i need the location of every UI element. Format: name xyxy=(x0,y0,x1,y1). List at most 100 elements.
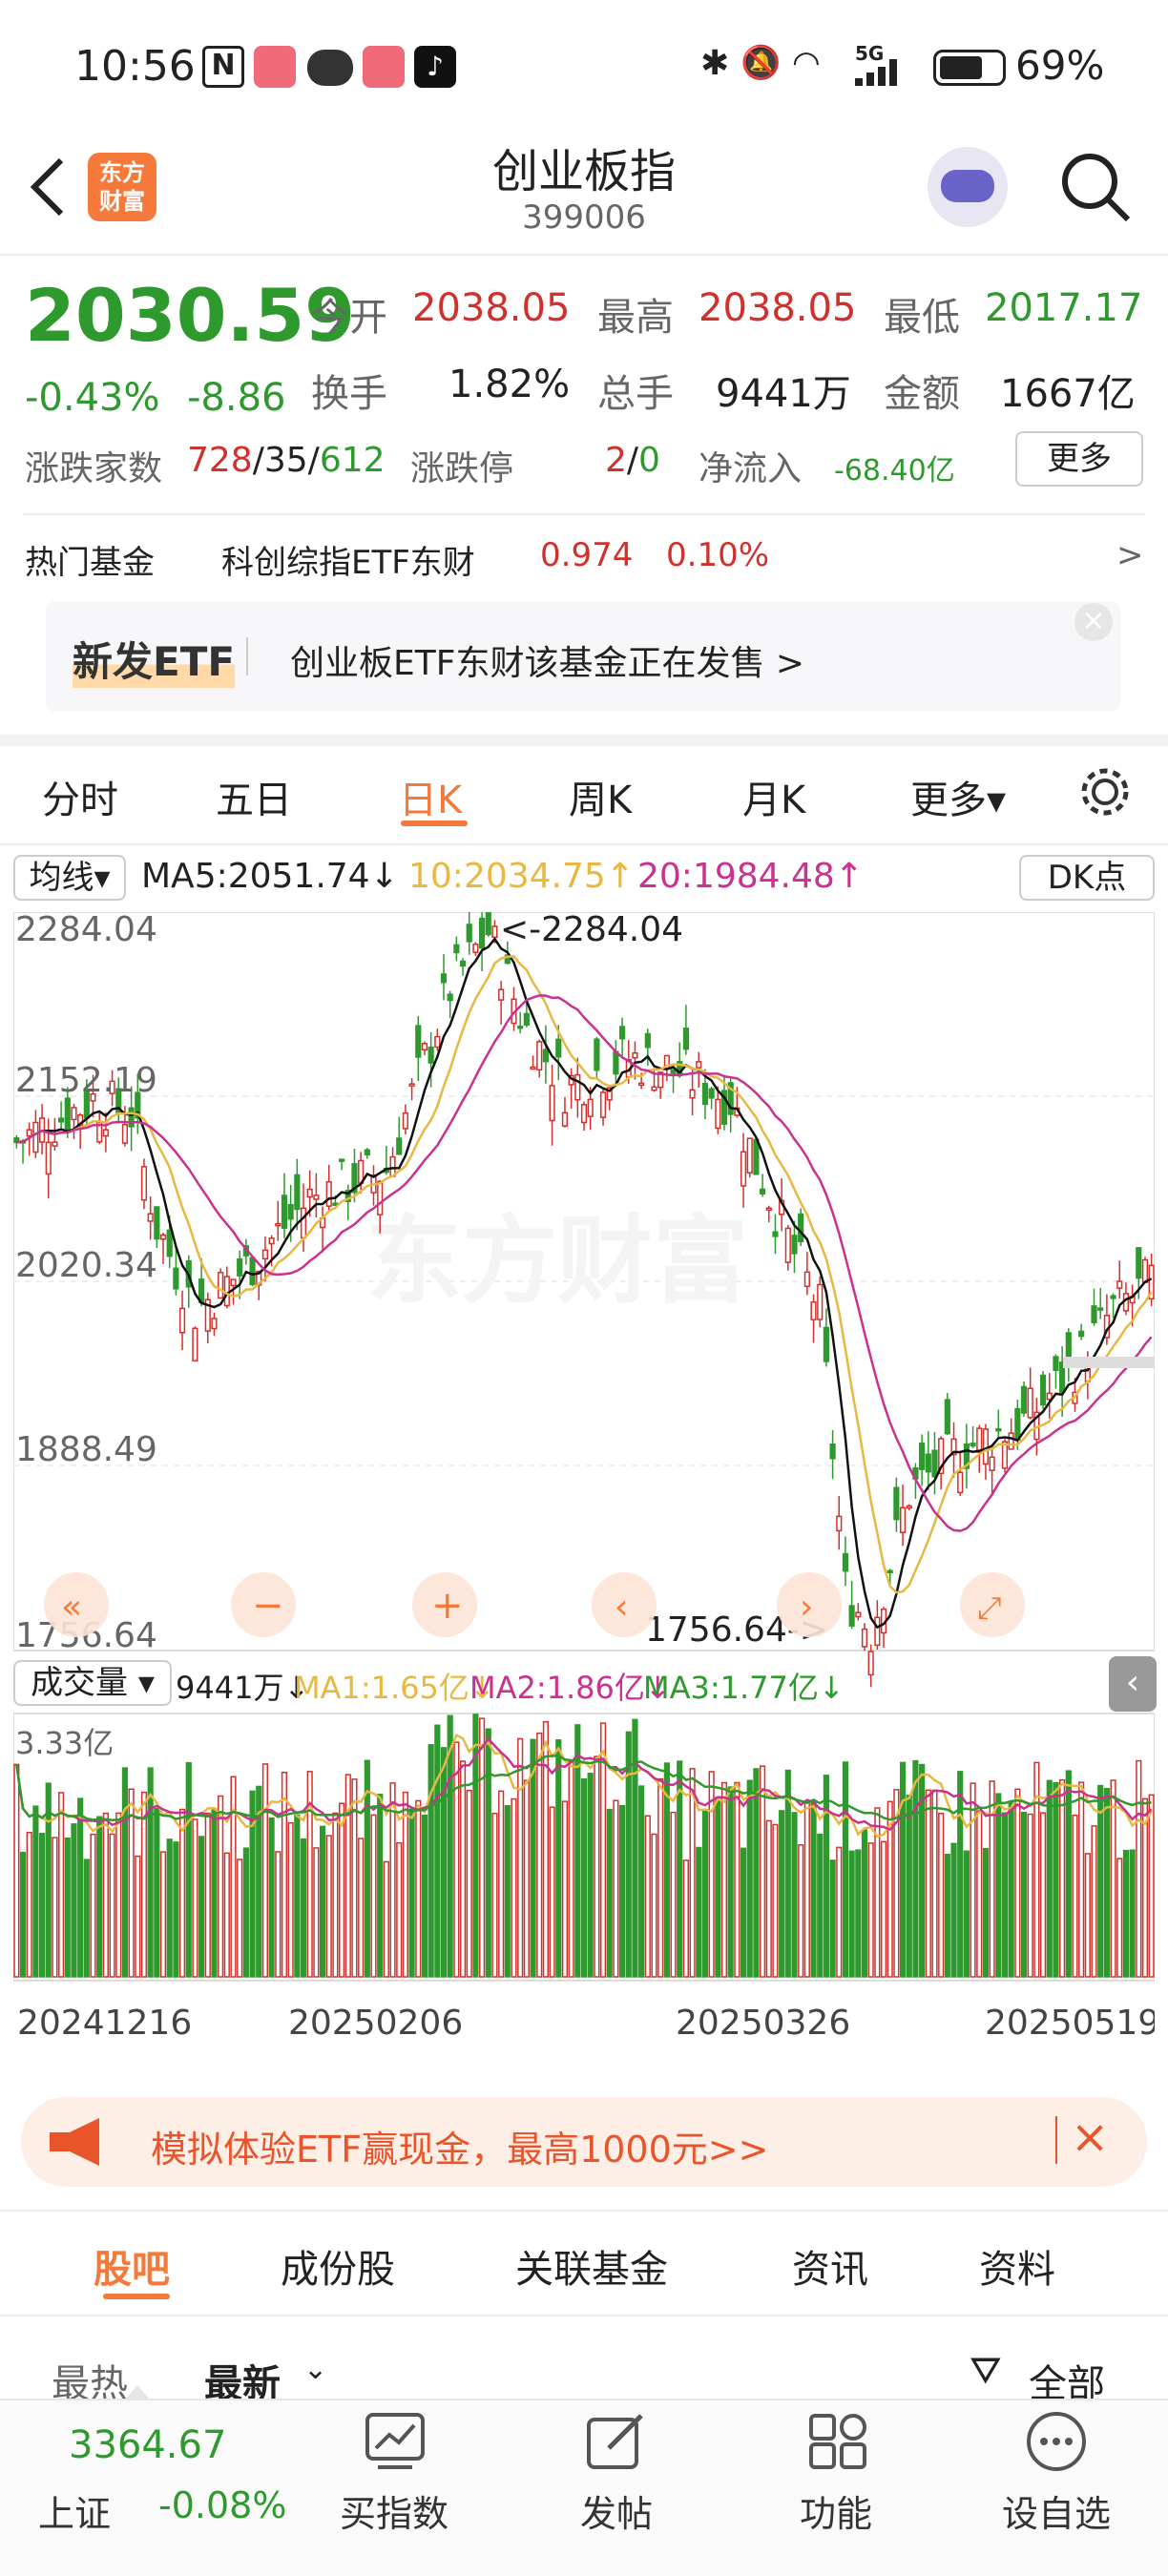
candle xyxy=(223,1276,230,1307)
high-label: 最高 xyxy=(597,296,674,340)
volume-bar xyxy=(855,1849,862,1978)
volume-bar xyxy=(408,1808,415,1978)
candle xyxy=(740,1151,747,1187)
settings-gear-icon[interactable] xyxy=(1076,763,1134,821)
app-notification-icon xyxy=(254,46,296,88)
volume-bar xyxy=(618,1804,626,1978)
volume-indicator-select[interactable]: 成交量 ▾ xyxy=(13,1660,172,1706)
hot-fund-arrow-icon[interactable]: > xyxy=(1116,536,1144,574)
candle xyxy=(249,1257,256,1286)
candle xyxy=(402,1111,409,1130)
candle xyxy=(281,1195,288,1229)
post-label[interactable]: 发帖 xyxy=(580,2484,653,2537)
active-tab-indicator xyxy=(401,821,468,826)
volume-bar xyxy=(594,1755,600,1978)
buy-index-label[interactable]: 买指数 xyxy=(340,2484,448,2537)
candle xyxy=(989,1456,995,1471)
candle xyxy=(45,1141,52,1175)
dk-point-button[interactable]: DK点 xyxy=(1019,855,1155,901)
volume-bar xyxy=(580,1777,588,1978)
volume-bar xyxy=(453,1741,460,1978)
volume-bar xyxy=(925,1789,931,1978)
more-options-icon[interactable] xyxy=(1025,2410,1088,2473)
tab-guba[interactable]: 股吧 xyxy=(94,2238,170,2294)
wifi-icon: ◠ xyxy=(792,44,821,82)
candle xyxy=(300,1207,307,1239)
candle xyxy=(861,1628,868,1648)
volume-bar xyxy=(459,1760,467,1978)
functions-label[interactable]: 功能 xyxy=(800,2484,872,2537)
volume-bar xyxy=(268,1817,275,1978)
volume-bar xyxy=(332,1812,339,1978)
close-icon[interactable]: × xyxy=(1071,2110,1109,2164)
tab-daily-k[interactable]: 日K xyxy=(399,769,462,824)
hot-fund-label: 热门基金 xyxy=(25,544,155,582)
indicator-select[interactable]: 均线▾ xyxy=(13,855,126,901)
candle xyxy=(32,1121,39,1153)
turnover-value: 1.82% xyxy=(448,363,571,406)
functions-icon[interactable] xyxy=(807,2412,868,2471)
volume-bar xyxy=(26,1831,32,1978)
candle xyxy=(1001,1441,1009,1469)
robot-assistant-icon[interactable] xyxy=(928,147,1008,227)
close-icon[interactable]: × xyxy=(1074,603,1113,641)
volume-bar xyxy=(995,1793,1002,1978)
volume-bar xyxy=(38,1833,46,1978)
battery-icon xyxy=(933,50,1006,86)
volume-bar xyxy=(976,1810,983,1978)
volume-bar xyxy=(1136,1759,1142,1978)
volume-bar xyxy=(1027,1813,1033,1978)
tab-constituents[interactable]: 成份股 xyxy=(281,2238,395,2294)
volume-bar xyxy=(1091,1825,1097,1978)
post-icon[interactable] xyxy=(586,2412,647,2471)
candle xyxy=(594,1038,600,1071)
promo-banner[interactable]: 模拟体验ETF赢现金，最高1000元>> × xyxy=(21,2097,1147,2187)
chevron-down-icon[interactable]: ⌄ xyxy=(303,2353,327,2386)
search-icon[interactable] xyxy=(1057,149,1134,225)
candle xyxy=(530,1066,536,1070)
more-button[interactable]: 更多 xyxy=(1015,431,1143,487)
volume-bar xyxy=(377,1794,384,1978)
candle xyxy=(166,1229,173,1257)
tab-monthly-k[interactable]: 月K xyxy=(742,769,805,824)
tab-related-funds[interactable]: 关联基金 xyxy=(515,2238,668,2294)
tab-news[interactable]: 资讯 xyxy=(792,2238,868,2294)
battery-level: 69% xyxy=(1015,42,1105,89)
add-watchlist-label[interactable]: 设自选 xyxy=(1002,2484,1111,2537)
candle xyxy=(1141,1258,1149,1283)
volume-bar xyxy=(1020,1811,1028,1978)
svg-text:⤢: ⤢ xyxy=(977,1589,1002,1626)
volume-bar xyxy=(842,1761,849,1978)
tab-weekly-k[interactable]: 周K xyxy=(569,769,632,824)
kline-chart[interactable]: 东方财富 2284.04 2152.19 2020.34 1888.49 175… xyxy=(13,912,1155,2036)
volume-bar xyxy=(261,1763,269,1978)
filter-icon[interactable]: ⛛ xyxy=(970,2349,1002,2393)
hot-fund-name[interactable]: 科创综指ETF东财 xyxy=(221,536,475,583)
volume-bar xyxy=(166,1839,173,1978)
date-label-2: 20250206 xyxy=(288,2004,463,2036)
volume-bar xyxy=(1110,1779,1116,1978)
volume-bar xyxy=(982,1847,990,1978)
candle xyxy=(491,925,498,939)
etf-banner[interactable]: 新发ETF 创业板ETF东财该基金正在发售 > × xyxy=(46,601,1120,712)
collapse-panel-icon[interactable]: ‹ xyxy=(1109,1656,1157,1712)
tab-five-day[interactable]: 五日 xyxy=(216,769,292,824)
sh-index-value[interactable]: 3364.67 xyxy=(69,2423,226,2467)
svg-text:−: − xyxy=(252,1584,284,1628)
volume-bar xyxy=(178,1808,186,1978)
volume-bar xyxy=(192,1818,198,1978)
volume-bar xyxy=(90,1833,96,1978)
candle xyxy=(26,1129,32,1137)
candle xyxy=(791,1235,798,1255)
volume-bar xyxy=(561,1800,569,1978)
candle xyxy=(1136,1247,1142,1279)
volume-bar xyxy=(339,1802,345,1978)
tab-intraday[interactable]: 分时 xyxy=(42,769,118,824)
candle xyxy=(218,1272,224,1299)
candle xyxy=(803,1271,810,1288)
tab-profile[interactable]: 资料 xyxy=(979,2238,1055,2294)
candle xyxy=(644,1032,651,1049)
tab-more[interactable]: 更多▾ xyxy=(910,769,1006,824)
buy-index-icon[interactable] xyxy=(365,2412,426,2471)
volume-bar xyxy=(421,1814,428,1978)
